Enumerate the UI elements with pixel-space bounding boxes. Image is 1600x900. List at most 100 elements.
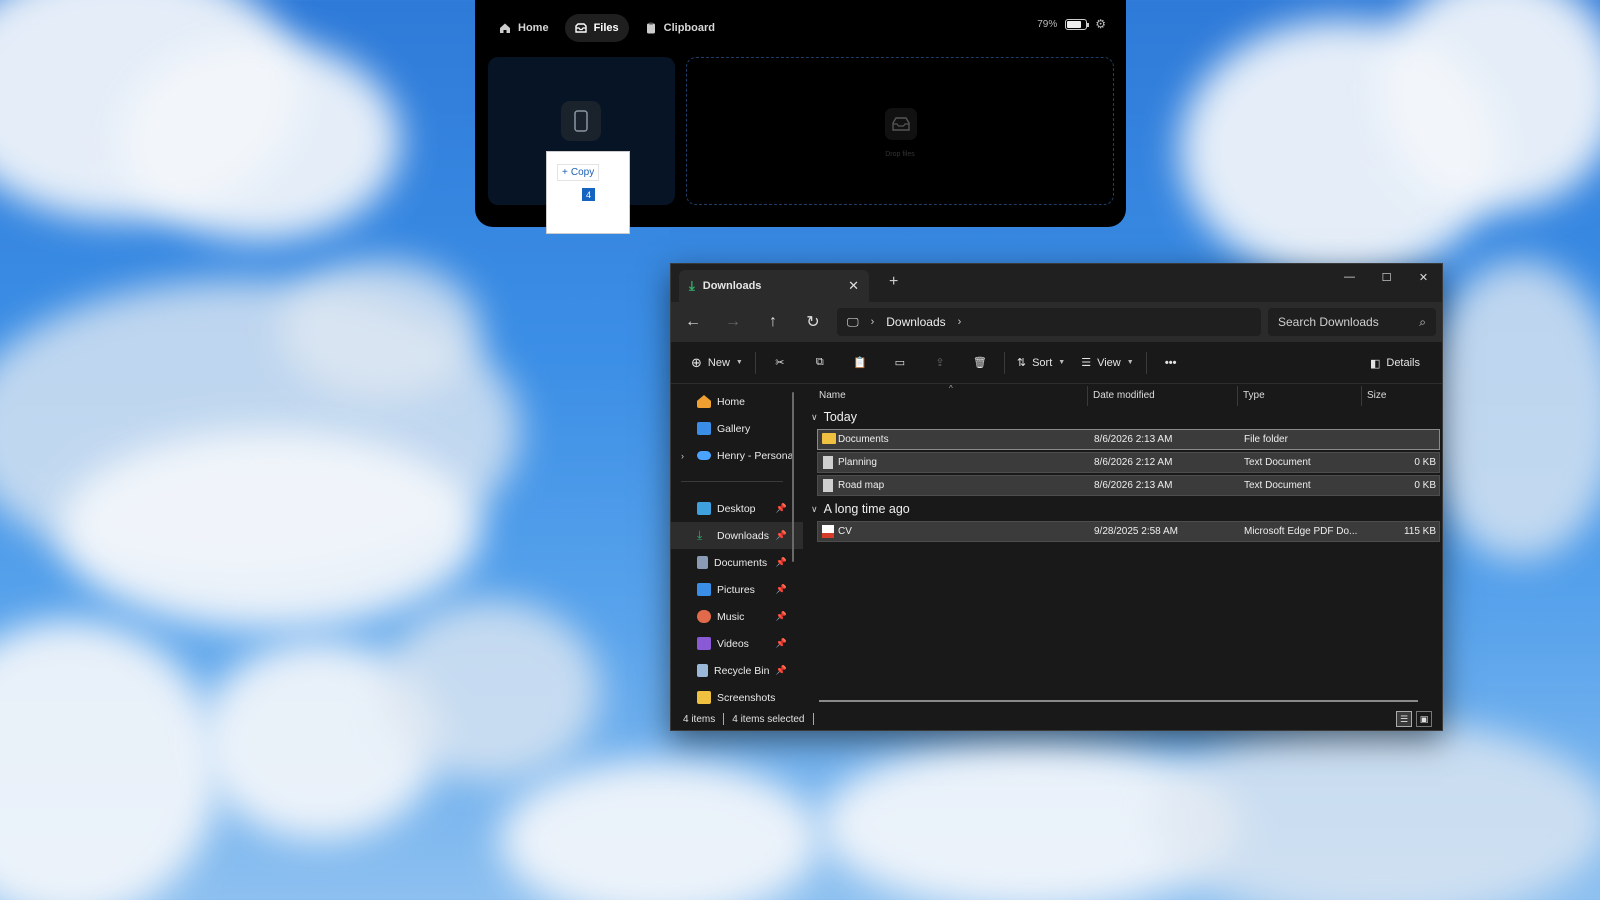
battery-percent: 79% — [1037, 18, 1058, 30]
file-size: 115 KB — [1403, 526, 1436, 537]
paste-button[interactable]: 📋 — [840, 348, 880, 378]
search-input[interactable]: Search Downloads ⌕ — [1268, 308, 1436, 336]
chevron-down-icon: ▼ — [735, 359, 743, 366]
sort-button[interactable]: ⇅ Sort ▼ — [1009, 348, 1073, 378]
sidebar-item-pictures[interactable]: Pictures 📌 — [671, 576, 803, 603]
share-icon: ⇪ — [935, 357, 945, 369]
refresh-button[interactable]: ↻ — [793, 307, 833, 337]
plus-icon: + — [562, 167, 568, 178]
breadcrumb-separator: › — [870, 316, 875, 328]
forward-button[interactable]: → — [713, 307, 753, 337]
drag-action-label: Copy — [570, 167, 595, 178]
trash-icon: 🗑 — [972, 357, 987, 369]
pin-icon[interactable]: 📌 — [776, 557, 787, 568]
details-view-button[interactable]: ☰ — [1396, 711, 1412, 727]
file-type: Text Document — [1244, 480, 1311, 491]
view-button[interactable]: ☰ View ▼ — [1073, 348, 1141, 378]
chevron-right-icon[interactable]: › — [681, 451, 684, 461]
status-divider — [812, 713, 814, 725]
file-row-road-map[interactable]: Road map 8/6/2026 2:13 AM Text Document … — [817, 475, 1440, 496]
list-icon: ☰ — [1399, 713, 1409, 724]
sort-indicator-icon: ^ — [949, 384, 953, 393]
sidebar-item-onedrive[interactable]: › Henry - Persona — [671, 442, 803, 469]
cut-button[interactable]: ✂ — [760, 348, 800, 378]
delete-button[interactable]: 🗑 — [960, 348, 1000, 378]
drag-count-badge: 4 — [582, 188, 595, 201]
file-row-planning[interactable]: Planning 8/6/2026 2:12 AM Text Document … — [817, 452, 1440, 473]
pin-icon[interactable]: 📌 — [776, 503, 787, 514]
home-icon — [500, 23, 510, 33]
maximize-button[interactable]: ☐ — [1368, 264, 1405, 290]
share-button[interactable]: ⇪ — [920, 348, 960, 378]
command-bar: ⊕ New ▼ ✂ ⧉ 📋 ▭ ⇪ 🗑 ⇅ Sort ▼ ☰ View ▼ ••… — [671, 342, 1442, 384]
column-header-type[interactable]: Type — [1243, 390, 1265, 401]
file-name: Documents — [838, 434, 889, 445]
pin-icon[interactable]: 📌 — [776, 665, 787, 676]
sidebar-item-gallery[interactable]: Gallery — [671, 415, 803, 442]
file-row-documents[interactable]: Documents 8/6/2026 2:13 AM File folder — [817, 429, 1440, 450]
horizontal-scrollbar[interactable] — [819, 700, 1418, 702]
tiles-view-button[interactable]: ▣ — [1416, 711, 1432, 727]
sidebar-item-label: Home — [717, 395, 746, 408]
rename-button[interactable]: ▭ — [880, 348, 920, 378]
close-tab-icon[interactable]: ✕ — [848, 278, 859, 294]
sidebar-item-downloads[interactable]: ⤓ Downloads 📌 — [671, 522, 803, 549]
more-options-button[interactable]: ••• — [1151, 348, 1191, 378]
details-pane-button[interactable]: ◧ Details — [1362, 348, 1428, 378]
up-button[interactable]: ↑ — [753, 307, 793, 337]
phone-icon — [561, 101, 601, 141]
details-pane-icon: ◧ — [1369, 357, 1381, 370]
pin-icon[interactable]: 📌 — [776, 611, 787, 622]
title-bar: ⤓ Downloads ✕ + — ☐ ✕ — [671, 264, 1442, 302]
column-divider[interactable] — [1361, 386, 1362, 406]
sidebar-item-desktop[interactable]: Desktop 📌 — [671, 495, 803, 522]
new-button[interactable]: ⊕ New ▼ — [683, 348, 751, 378]
column-header-size[interactable]: Size — [1367, 390, 1386, 401]
sidebar-item-documents[interactable]: Documents 📌 — [671, 549, 803, 576]
sidebar-item-music[interactable]: Music 📌 — [671, 603, 803, 630]
sidebar-item-label: Henry - Persona — [717, 449, 794, 462]
pin-icon[interactable]: 📌 — [776, 530, 787, 541]
new-tab-button[interactable]: + — [889, 273, 898, 291]
sidebar-item-label: Recycle Bin — [714, 664, 770, 677]
pin-icon[interactable]: 📌 — [776, 638, 787, 649]
file-list[interactable]: Name ^ Date modified Type Size ∨ Today D… — [803, 384, 1442, 708]
toolbar-divider — [754, 351, 756, 374]
explorer-tab-downloads[interactable]: ⤓ Downloads ✕ — [679, 270, 869, 302]
back-button[interactable]: ← — [673, 307, 713, 337]
pin-icon[interactable]: 📌 — [776, 584, 787, 595]
ellipsis-icon: ••• — [1164, 356, 1177, 369]
sidebar-item-screenshots[interactable]: Screenshots — [671, 684, 803, 708]
group-header-long-ago[interactable]: ∨ A long time ago — [803, 498, 1442, 520]
group-header-today[interactable]: ∨ Today — [803, 406, 1442, 428]
recycle-bin-icon — [697, 664, 708, 677]
breadcrumb-downloads[interactable]: Downloads — [886, 315, 945, 329]
file-size: 0 KB — [1414, 480, 1436, 491]
copy-button[interactable]: ⧉ — [800, 348, 840, 378]
sidebar-item-videos[interactable]: Videos 📌 — [671, 630, 803, 657]
column-header-name[interactable]: Name — [819, 390, 846, 401]
sidebar-item-recycle-bin[interactable]: Recycle Bin 📌 — [671, 657, 803, 684]
breadcrumb-separator[interactable]: › — [958, 316, 962, 328]
address-bar[interactable]: 🖵 › Downloads › — [837, 308, 1261, 336]
navigation-pane[interactable]: Home Gallery › Henry - Persona Desktop 📌… — [671, 384, 803, 708]
file-row-cv[interactable]: CV 9/28/2025 2:58 AM Microsoft Edge PDF … — [817, 521, 1440, 542]
selected-count: 4 items selected — [732, 713, 805, 725]
group-label: Today — [823, 410, 857, 424]
settings-icon[interactable]: ⚙ — [1095, 17, 1106, 31]
sidebar-item-home[interactable]: Home — [671, 388, 803, 415]
tab-title: Downloads — [702, 280, 762, 292]
widget-tab-home[interactable]: Home — [489, 14, 559, 42]
file-date: 9/28/2025 2:58 AM — [1094, 526, 1178, 537]
toolbar-divider — [1003, 351, 1005, 374]
minimize-button[interactable]: — — [1331, 264, 1368, 290]
column-header-date[interactable]: Date modified — [1093, 390, 1155, 401]
column-divider[interactable] — [1087, 386, 1088, 406]
widget-tab-files[interactable]: Files — [564, 14, 629, 42]
drag-preview: + Copy 4 — [546, 151, 630, 234]
widget-tab-clipboard[interactable]: Clipboard — [635, 14, 725, 42]
close-window-button[interactable]: ✕ — [1405, 264, 1442, 290]
toolbar-divider — [1145, 351, 1147, 374]
column-divider[interactable] — [1237, 386, 1238, 406]
drop-zone[interactable]: Drop files — [686, 57, 1114, 205]
